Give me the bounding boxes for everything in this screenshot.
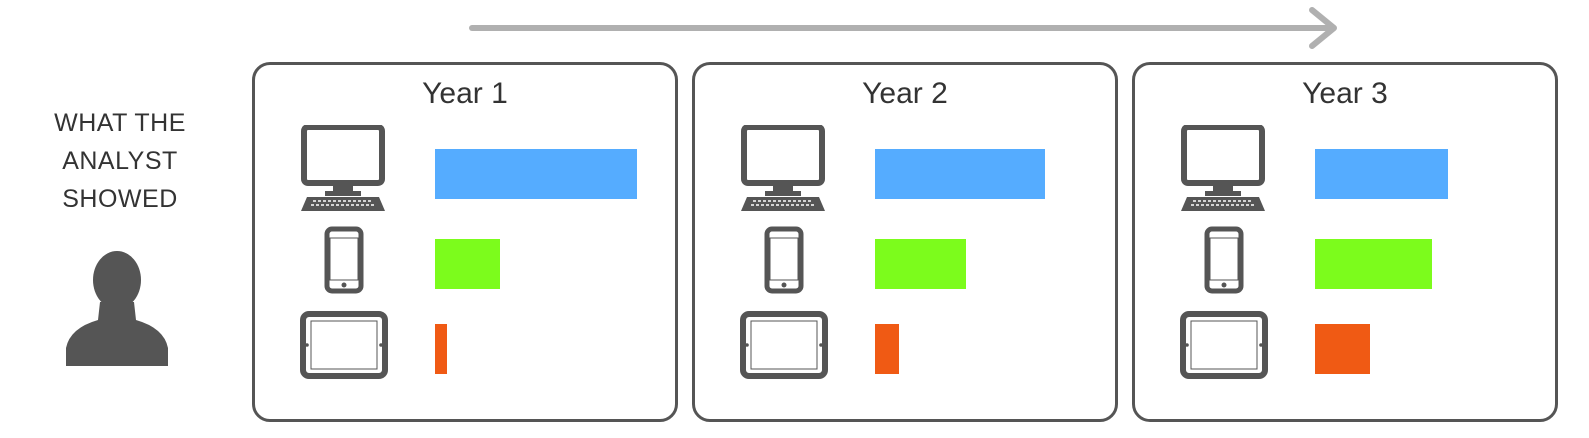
bar-tablet	[1315, 324, 1370, 374]
tablet-icon	[1180, 311, 1268, 379]
smartphone-icon	[764, 226, 804, 294]
device-row-desktop	[1135, 125, 1555, 235]
year-panel: Year 1	[252, 62, 678, 422]
analyst-label: WHAT THE ANALYST SHOWED	[54, 109, 186, 213]
bar-desktop	[1315, 149, 1449, 199]
bar-mobile	[875, 239, 966, 289]
year-title: Year 1	[422, 77, 508, 110]
year-title: Year 2	[862, 77, 948, 110]
device-row-desktop	[255, 125, 675, 235]
smartphone-icon	[324, 226, 364, 294]
bar-mobile	[1315, 239, 1433, 289]
device-row-desktop	[695, 125, 1115, 235]
desktop-computer-icon	[1181, 125, 1265, 211]
bar-mobile	[435, 239, 500, 289]
device-row-tablet	[1135, 311, 1555, 410]
tablet-icon	[300, 311, 388, 379]
person-icon	[66, 251, 168, 366]
desktop-computer-icon	[301, 125, 385, 211]
timeline-arrow	[469, 7, 1337, 49]
device-row-tablet	[255, 311, 675, 410]
tablet-icon	[740, 311, 828, 379]
bar-tablet	[875, 324, 900, 374]
year-title: Year 3	[1302, 77, 1388, 110]
bar-tablet	[435, 324, 448, 374]
year-panel: Year 2	[692, 62, 1118, 422]
bar-desktop	[875, 149, 1045, 199]
smartphone-icon	[1204, 226, 1244, 294]
year-panel: Year 3	[1132, 62, 1558, 422]
desktop-computer-icon	[741, 125, 825, 211]
bar-desktop	[435, 149, 637, 199]
device-row-tablet	[695, 311, 1115, 410]
